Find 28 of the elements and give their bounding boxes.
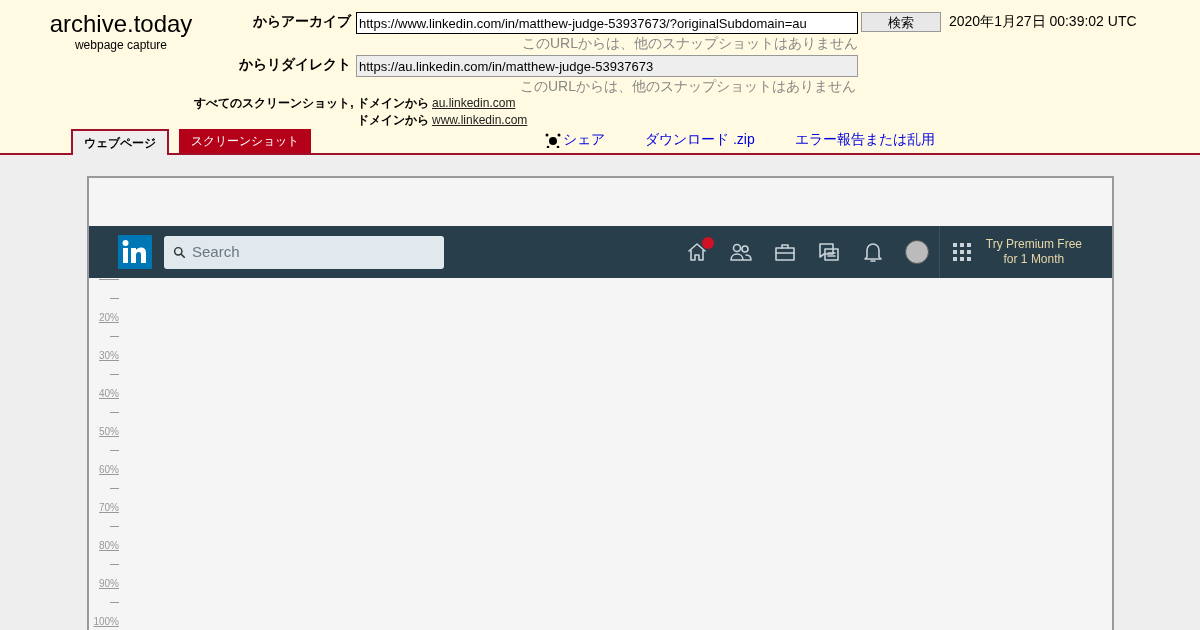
in-logo[interactable]	[118, 235, 152, 269]
url-field[interactable]: https://www.linkedin.com/in/matthew-judge-53937673/?originalSubdomain=au	[356, 12, 858, 34]
avatar[interactable]	[904, 240, 929, 264]
redirect-url-field[interactable]: https://au.linkedin.com/in/matthew-judge-53937673	[356, 55, 858, 77]
snapshot-note: このURLからは、他のスナップショットはありません	[519, 77, 856, 95]
domain-label: ドメインから	[356, 112, 430, 129]
archive-label: からアーカイブ	[252, 12, 353, 30]
search-icon	[173, 245, 186, 259]
snapshot-note: このURLからは、他のスナップショットはありません	[521, 34, 858, 52]
action-link[interactable]: エラー報告または乱用	[794, 129, 935, 150]
capture-date: 2020年1月27日 00:39:02 UTC	[949, 12, 1137, 30]
grid-icon[interactable]	[951, 242, 972, 262]
chat-icon[interactable]	[816, 240, 841, 264]
share-icon	[545, 131, 561, 148]
search-field[interactable]: Search	[164, 235, 444, 269]
tab[interactable]: ウェブページ	[71, 129, 169, 155]
redirect-label: からリダイレクト	[238, 55, 352, 73]
tab[interactable]: スクリーンショット	[179, 129, 311, 153]
premium-link[interactable]: Try Premium Free for 1 Month	[985, 237, 1082, 267]
action-link[interactable]: ダウンロード .zip	[645, 129, 755, 150]
search-button[interactable]: 検索	[861, 12, 941, 32]
domain-link[interactable]: au.linkedin.com	[432, 95, 516, 112]
site-subtitle: webpage capture	[74, 38, 168, 52]
search-placeholder: Search	[192, 241, 240, 262]
domain-label: すべてのスクリーンショット, ドメインから	[194, 95, 430, 112]
domain-link[interactable]: www.linkedin.com	[432, 112, 528, 129]
action-link[interactable]: シェア	[563, 129, 605, 150]
site-title[interactable]: archive.today	[49, 10, 193, 38]
